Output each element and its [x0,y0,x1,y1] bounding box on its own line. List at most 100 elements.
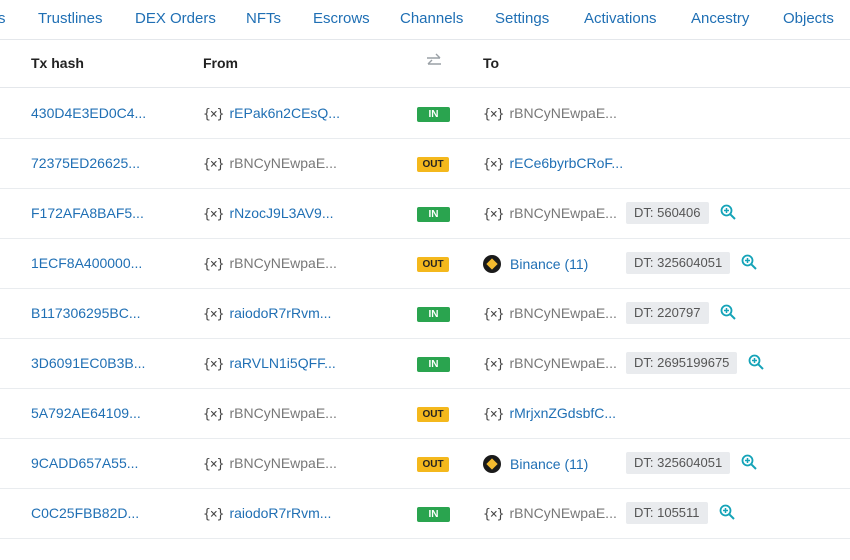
from-address-link: rBNCyNEwpaE... [229,455,337,471]
wallet-icon: {×} [483,357,505,372]
to-address: Binance (11) [483,455,588,473]
destination-tag-badge: DT: 560406 [626,202,709,224]
tx-hash-link[interactable]: C0C25FBB82D... [31,505,139,521]
tab-settings[interactable]: Settings [495,10,549,27]
to-address: {×} rBNCyNEwpaE... [483,505,617,522]
from-address-link[interactable]: rNzocJ9L3AV9... [229,205,333,221]
direction-badge: IN [417,307,450,322]
zoom-in-icon[interactable] [740,253,758,271]
direction-badge: OUT [417,407,449,422]
from-address: {×} raRVLN1i5QFF... [203,355,336,372]
wallet-icon: {×} [483,157,505,172]
to-address: {×} rBNCyNEwpaE... [483,105,617,122]
wallet-icon: {×} [203,357,225,372]
wallet-icon: {×} [203,257,225,272]
column-header-to: To [483,55,500,71]
from-address-link: rBNCyNEwpaE... [229,255,337,271]
from-address: {×} raiodoR7rRvm... [203,505,331,522]
destination-tag-badge: DT: 325604051 [626,452,731,474]
to-address: Binance (11) [483,255,588,273]
from-address: {×} rNzocJ9L3AV9... [203,205,334,222]
direction-badge: OUT [417,257,449,272]
tx-hash-link[interactable]: B117306295BC... [31,305,141,321]
from-address-link[interactable]: raiodoR7rRvm... [229,505,331,521]
tab-balances[interactable]: s [0,10,6,27]
tx-hash-link[interactable]: 9CADD657A55... [31,455,138,471]
table-row: 3D6091EC0B3B... {×} raRVLN1i5QFF... IN {×} rB… [0,339,850,389]
column-header-from: From [203,55,238,71]
table-row: 72375ED26625... {×} rBNCyNEwpaE... OUT {×} rE… [0,139,850,189]
wallet-icon: {×} [483,507,505,522]
to-address: {×} rBNCyNEwpaE... [483,305,617,322]
to-address-link[interactable]: rMrjxnZGdsbfC... [509,405,616,421]
destination-tag-badge: DT: 105511 [626,502,708,524]
swap-arrows-icon[interactable] [425,52,443,70]
to-address-link[interactable]: rECe6byrbCRoF... [509,155,623,171]
to-address-link: rBNCyNEwpaE... [509,205,617,221]
wallet-icon: {×} [483,407,505,422]
direction-badge: IN [417,107,450,122]
tx-hash-link[interactable]: 1ECF8A400000... [31,255,142,271]
wallet-icon: {×} [203,107,225,122]
to-address-link[interactable]: Binance (11) [510,256,588,272]
wallet-icon: {×} [203,457,225,472]
to-address-link: rBNCyNEwpaE... [509,305,617,321]
tab-trustlines[interactable]: Trustlines [38,10,102,27]
from-address: {×} raiodoR7rRvm... [203,305,331,322]
zoom-in-icon[interactable] [718,503,736,521]
zoom-in-icon[interactable] [719,303,737,321]
zoom-in-icon[interactable] [719,203,737,221]
from-address: {×} rBNCyNEwpaE... [203,405,337,422]
to-address-link: rBNCyNEwpaE... [509,355,617,371]
tab-escrows[interactable]: Escrows [313,10,370,27]
direction-badge: OUT [417,457,449,472]
zoom-in-icon[interactable] [740,453,758,471]
tx-hash-link[interactable]: 430D4E3ED0C4... [31,105,146,121]
table-row: 5A792AE64109... {×} rBNCyNEwpaE... OUT {×} rM… [0,389,850,439]
from-address-link[interactable]: rEPak6n2CEsQ... [229,105,340,121]
from-address-link[interactable]: raiodoR7rRvm... [229,305,331,321]
tab-bar: s Trustlines DEX Orders NFTs Escrows Cha… [0,0,850,40]
table-row: B117306295BC... {×} raiodoR7rRvm... IN {×} rB… [0,289,850,339]
to-address-link: rBNCyNEwpaE... [509,105,617,121]
wallet-icon: {×} [203,407,225,422]
to-address-link: rBNCyNEwpaE... [509,505,617,521]
tx-hash-link[interactable]: 72375ED26625... [31,155,140,171]
from-address: {×} rEPak6n2CEsQ... [203,105,340,122]
zoom-in-icon[interactable] [747,353,765,371]
to-address: {×} rECe6byrbCRoF... [483,155,623,172]
from-address-link: rBNCyNEwpaE... [229,155,337,171]
binance-logo-icon [483,455,501,473]
tab-nfts[interactable]: NFTs [246,10,281,27]
from-address: {×} rBNCyNEwpaE... [203,155,337,172]
wallet-icon: {×} [203,307,225,322]
wallet-icon: {×} [203,157,225,172]
table-row: C0C25FBB82D... {×} raiodoR7rRvm... IN {×} rBN… [0,489,850,539]
direction-badge: IN [417,507,450,522]
to-address: {×} rMrjxnZGdsbfC... [483,405,616,422]
from-address-link[interactable]: raRVLN1i5QFF... [229,355,335,371]
tab-ancestry[interactable]: Ancestry [691,10,749,27]
tx-hash-link[interactable]: F172AFA8BAF5... [31,205,144,221]
column-header-tx-hash: Tx hash [31,55,84,71]
table-header: Tx hash From To [0,40,850,88]
tab-dex-orders[interactable]: DEX Orders [135,10,216,27]
table-row: 430D4E3ED0C4... {×} rEPak6n2CEsQ... IN {×} rB… [0,89,850,139]
tx-hash-link[interactable]: 3D6091EC0B3B... [31,355,145,371]
from-address-link: rBNCyNEwpaE... [229,405,337,421]
to-address: {×} rBNCyNEwpaE... [483,355,617,372]
wallet-icon: {×} [483,207,505,222]
destination-tag-badge: DT: 325604051 [626,252,731,274]
wallet-icon: {×} [483,107,505,122]
to-address-link[interactable]: Binance (11) [510,456,588,472]
binance-logo-icon [483,255,501,273]
tab-objects[interactable]: Objects [783,10,834,27]
wallet-icon: {×} [203,507,225,522]
tab-channels[interactable]: Channels [400,10,463,27]
table-row: 1ECF8A400000... {×} rBNCyNEwpaE... OUT Binan… [0,239,850,289]
from-address: {×} rBNCyNEwpaE... [203,455,337,472]
tab-activations[interactable]: Activations [584,10,657,27]
tx-hash-link[interactable]: 5A792AE64109... [31,405,141,421]
from-address: {×} rBNCyNEwpaE... [203,255,337,272]
direction-badge: IN [417,357,450,372]
